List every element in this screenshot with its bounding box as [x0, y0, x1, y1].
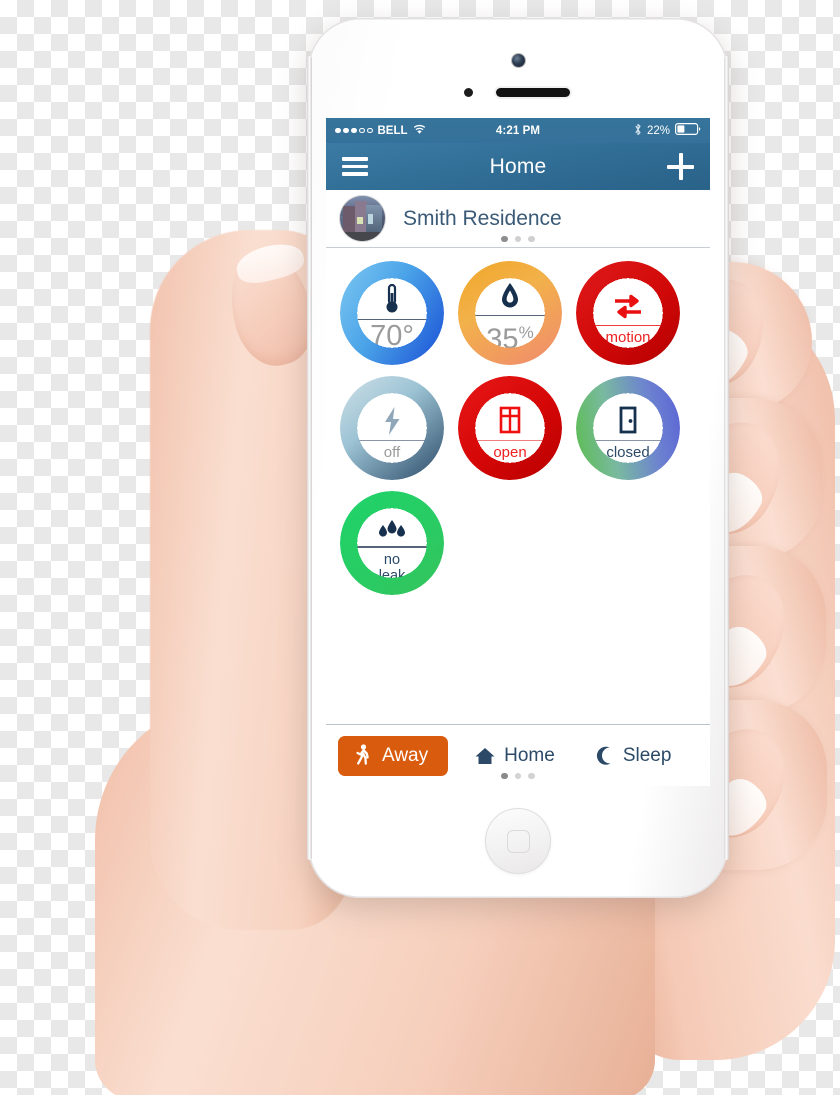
tile-ring [576, 376, 680, 480]
clock-label: 4:21 PM [495, 124, 541, 137]
wifi-icon [413, 124, 426, 138]
mode-away[interactable]: Away [338, 735, 449, 776]
home-button-square-icon [506, 829, 530, 853]
status-bar: BELL 4:21 PM 22% [326, 118, 710, 143]
tile-ring [458, 261, 562, 365]
phone-right-edge [724, 56, 729, 860]
phone-screen: BELL 4:21 PM 22% Home Smith Residence Aw… [326, 118, 710, 786]
front-camera-icon [512, 54, 525, 67]
home-button[interactable] [485, 808, 551, 874]
mode-label: Home [504, 744, 555, 766]
thumb-nail-tip [232, 238, 308, 288]
tile-window[interactable]: open [458, 376, 562, 480]
signal-strength-icon [335, 127, 373, 134]
tile-temperature[interactable]: 70° [340, 261, 444, 365]
tile-ring [340, 376, 444, 480]
carrier-label: BELL [377, 124, 408, 137]
mode-home[interactable]: Home [462, 737, 567, 775]
battery-percent-label: 22% [646, 124, 671, 137]
crescent-moon-icon [593, 744, 615, 768]
tile-humidity[interactable]: 35% [458, 261, 562, 365]
phone-device: BELL 4:21 PM 22% Home Smith Residence Aw… [307, 18, 729, 898]
mode-label: Sleep [622, 744, 672, 766]
tile-motion[interactable]: motion [576, 261, 680, 365]
phone-left-edge [307, 56, 312, 860]
navigation-bar: Home [326, 143, 710, 190]
proximity-sensor-icon [464, 88, 473, 97]
mode-sleep[interactable]: Sleep [581, 737, 684, 775]
tile-ring [458, 376, 562, 480]
tile-door[interactable]: closed [576, 376, 680, 480]
tile-power[interactable]: off [340, 376, 444, 480]
walking-person-icon [352, 743, 374, 768]
tile-leak[interactable]: no leak [340, 491, 444, 595]
residence-header[interactable]: Smith Residence [326, 190, 710, 248]
earpiece-speaker [496, 88, 570, 97]
battery-icon [675, 123, 701, 138]
mode-page-dots [326, 772, 710, 779]
residence-page-dots [326, 235, 710, 242]
status-tile-grid: 70° 35% [326, 248, 710, 595]
tile-ring [340, 261, 444, 365]
screenshot-canvas: BELL 4:21 PM 22% Home Smith Residence Aw… [0, 0, 840, 1095]
house-photo-thumbnail[interactable] [340, 196, 385, 241]
plus-icon[interactable] [667, 153, 694, 180]
house-icon [474, 744, 496, 768]
hamburger-menu-icon[interactable] [342, 157, 368, 176]
page-title: Home [489, 154, 547, 178]
mode-label: Away [382, 744, 429, 766]
bluetooth-icon [634, 123, 642, 139]
residence-name: Smith Residence [403, 206, 562, 230]
mode-bar: Away Home Sleep [326, 724, 710, 786]
tile-ring [340, 491, 444, 595]
tile-ring [576, 261, 680, 365]
